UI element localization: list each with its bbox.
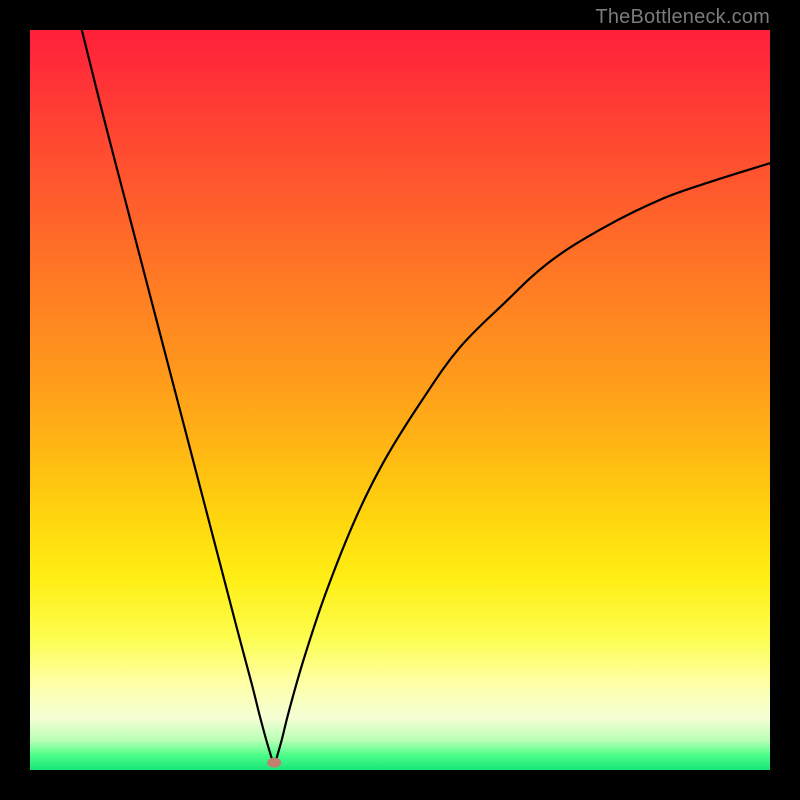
curve-left-branch [82,30,274,766]
watermark-text: TheBottleneck.com [595,6,770,29]
curve-right-branch [274,163,770,766]
minimum-marker [267,758,281,768]
chart-frame: TheBottleneck.com [0,0,800,800]
plot-area [30,30,770,770]
curve-svg [30,30,770,770]
